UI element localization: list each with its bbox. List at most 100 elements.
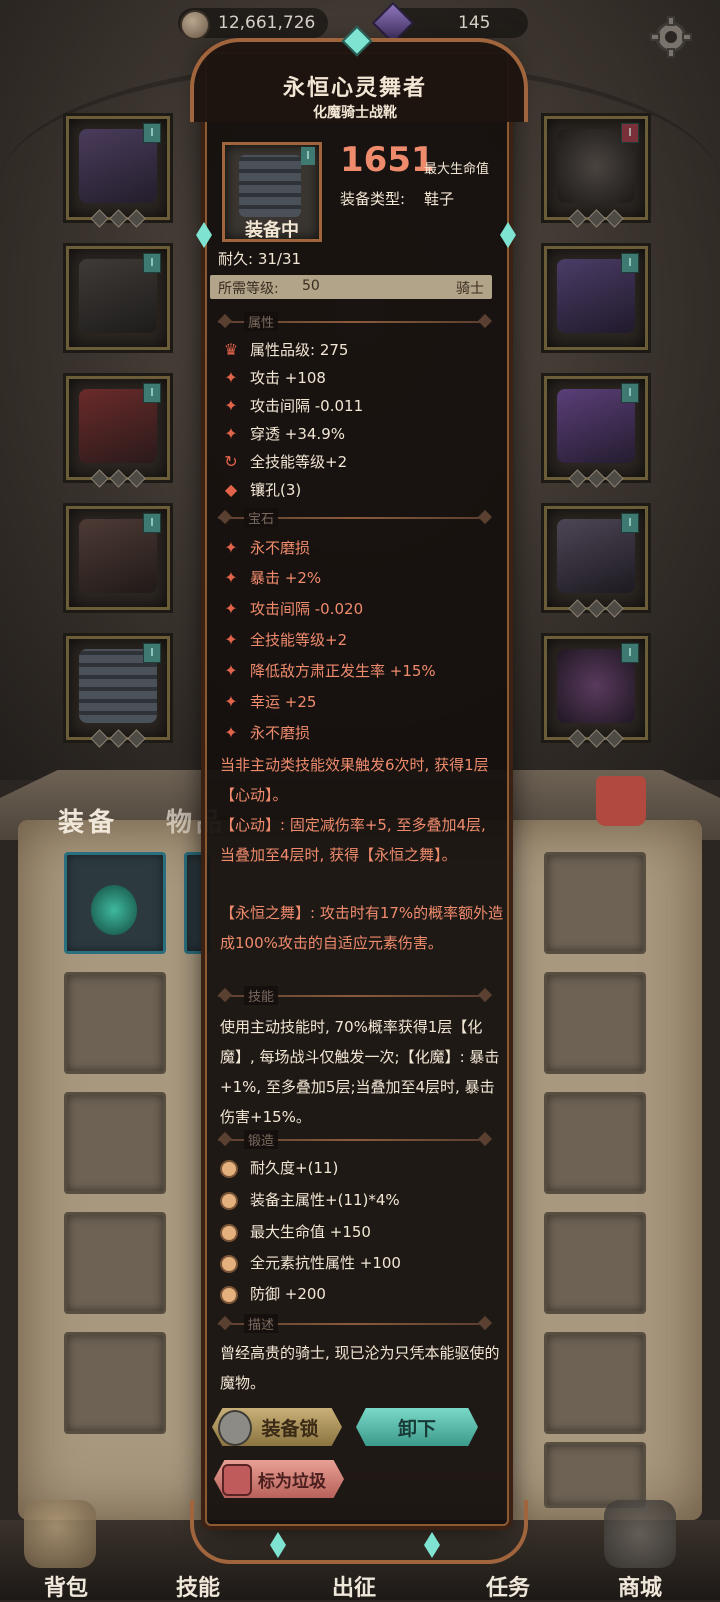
mark-as-junk-label: 标为垃圾	[258, 1471, 326, 1492]
equip-slot-shoulder[interactable]: I	[544, 246, 648, 350]
item-description: 曾经高贵的骑士, 现已沦为只凭本能驱使的魔物。	[220, 1344, 500, 1392]
forge-row: 最大生命值 +150	[220, 1220, 371, 1244]
main-stat-label: 最大生命值	[424, 162, 490, 177]
gem-star-icon: ✦	[224, 723, 238, 742]
nav-quests[interactable]: 任务	[468, 1570, 548, 1602]
attribute-row: ✦ 穿透 +34.9%	[220, 422, 345, 446]
forge-row: 耐久度+(11)	[220, 1156, 338, 1180]
forge-dot-icon	[220, 1223, 238, 1242]
gear-icon[interactable]	[650, 16, 692, 58]
nav-skills[interactable]: 技能	[158, 1570, 238, 1602]
equip-slot-weapon[interactable]: I	[544, 376, 648, 488]
tab-equipment[interactable]: 装备	[58, 802, 118, 839]
requirement-bar: 所需等级: 50 骑士	[210, 275, 492, 299]
socket-icon: ◆	[224, 480, 238, 499]
inventory-slot[interactable]	[544, 852, 646, 954]
rarity-tag: I	[143, 383, 161, 403]
durability: 耐久: 31/31	[218, 250, 302, 268]
attribute-row: ↻ 全技能等级+2	[220, 450, 347, 474]
forge-dot-icon	[220, 1285, 238, 1304]
coin-counter: 12,661,726	[178, 8, 328, 40]
rarity-tag: I	[143, 123, 161, 143]
section-header-description: 描述	[217, 1314, 498, 1334]
item-type-name: 化魔骑士战靴	[313, 105, 397, 121]
inventory-slot[interactable]	[544, 1212, 646, 1314]
junk-icon	[222, 1464, 252, 1496]
forge-dot-icon	[220, 1159, 238, 1178]
inventory-slot[interactable]	[544, 1092, 646, 1194]
nav-backpack[interactable]: 背包	[26, 1570, 106, 1602]
inventory-slot[interactable]	[64, 972, 166, 1074]
gem-star-icon: ✦	[224, 568, 238, 587]
gem-star-icon: ✦	[224, 692, 238, 711]
rarity-tag: I	[621, 643, 639, 663]
gem-row: ✦ 暴击 +2%	[220, 566, 321, 590]
set-effect-text: 【永恒之舞】: 攻击时有17%的概率额外造成100%攻击的自适应元素伤害。	[220, 904, 504, 952]
attack-icon: ✦	[224, 368, 238, 387]
forge-row: 防御 +200	[220, 1282, 326, 1306]
nav-expedition[interactable]: 出征	[314, 1570, 394, 1602]
gem-row: ✦ 全技能等级+2	[220, 628, 347, 652]
coin-icon	[180, 10, 210, 40]
skill-text: 使用主动技能时, 70%概率获得1层【化魔】, 每场战斗仅触发一次;【化魔】: …	[220, 1018, 500, 1126]
tooltip-frame-bottom	[190, 1500, 528, 1564]
rarity-tag: I	[621, 383, 639, 403]
required-level-label: 所需等级:	[218, 281, 279, 297]
forge-dot-icon	[220, 1191, 238, 1210]
gem-value: 145	[458, 13, 491, 33]
inventory-slot[interactable]	[544, 1332, 646, 1434]
pierce-icon: ✦	[224, 424, 238, 443]
amulet-icon	[91, 885, 137, 935]
gem-row: ✦ 攻击间隔 -0.020	[220, 597, 363, 621]
unequip-label: 卸下	[397, 1417, 436, 1440]
forge-row: 装备主属性+(11)*4%	[220, 1188, 400, 1212]
inventory-slot[interactable]	[64, 1212, 166, 1314]
inventory-slot[interactable]	[544, 972, 646, 1074]
inventory-slot[interactable]	[64, 1332, 166, 1434]
inventory-slot[interactable]	[64, 1092, 166, 1194]
skill-level-icon: ↻	[224, 452, 238, 471]
equipment-lock-label: 装备锁	[261, 1417, 319, 1440]
equipped-label: 装备中	[245, 220, 299, 241]
equipment-lock-button[interactable]: 装备锁	[212, 1408, 342, 1446]
boots-icon	[239, 155, 301, 217]
equip-type-value: 鞋子	[424, 190, 455, 208]
gem-star-icon: ✦	[224, 599, 238, 618]
equip-slot-gloves[interactable]: I	[66, 376, 170, 488]
set-effect-text: 【心动】: 固定减伤率+5, 至多叠加4层, 当叠加至4层时, 获得【永恒之舞】…	[220, 816, 486, 864]
attribute-row: ♛ 属性品级: 275	[220, 338, 349, 362]
shop-icon[interactable]	[604, 1500, 676, 1568]
attribute-row: ◆ 镶孔(3)	[220, 478, 301, 502]
inventory-slot-amulet[interactable]	[64, 852, 166, 954]
coin-value: 12,661,726	[218, 13, 316, 33]
equip-slot-boots[interactable]: I	[66, 636, 170, 748]
mark-as-junk-button[interactable]: 标为垃圾	[214, 1460, 344, 1498]
attack-speed-icon: ✦	[224, 396, 238, 415]
item-name: 永恒心灵舞者	[282, 76, 427, 101]
nav-shop[interactable]: 商城	[600, 1570, 680, 1602]
section-header-attributes: 属性	[217, 312, 498, 332]
trash-icon[interactable]	[596, 776, 646, 826]
equip-type-label: 装备类型:	[340, 190, 406, 208]
backpack-icon[interactable]	[24, 1500, 96, 1568]
lock-icon	[218, 1410, 252, 1446]
forge-row: 全元素抗性属性 +100	[220, 1251, 401, 1275]
gem-row: ✦ 幸运 +25	[220, 690, 316, 714]
section-header-gems: 宝石	[217, 508, 498, 528]
gem-star-icon: ✦	[224, 661, 238, 680]
inventory-slot[interactable]	[544, 1442, 646, 1508]
gem-counter: 145	[371, 1, 528, 45]
forge-dot-icon	[220, 1254, 238, 1273]
equip-slot-necklace[interactable]: I	[544, 116, 648, 228]
section-header-skill: 技能	[217, 986, 498, 1006]
gem-row: ✦ 降低敌方肃正发生率 +15%	[220, 659, 435, 683]
rarity-tag: I	[621, 253, 639, 273]
equip-slot-armor[interactable]: I	[66, 246, 170, 350]
unequip-button[interactable]: 卸下	[356, 1408, 478, 1446]
equip-slot-helmet[interactable]: I	[66, 116, 170, 228]
equip-slot-ring[interactable]: I	[544, 636, 648, 748]
rarity-tag: I	[621, 513, 639, 533]
equip-slot-offhand[interactable]: I	[544, 506, 648, 618]
section-header-forge: 锻造	[217, 1130, 498, 1150]
equip-slot-pants[interactable]: I	[66, 506, 170, 610]
